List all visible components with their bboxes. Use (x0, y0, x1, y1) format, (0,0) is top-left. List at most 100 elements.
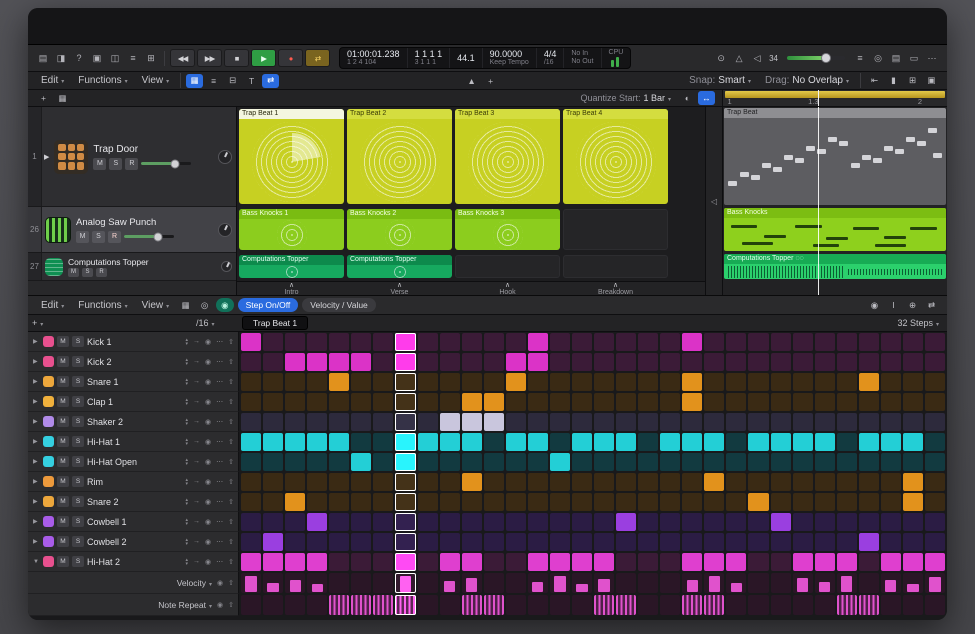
options-icon[interactable]: ⋯ (216, 418, 223, 426)
step-cell[interactable] (506, 473, 526, 491)
step-cell[interactable] (771, 453, 791, 471)
forward-button[interactable]: ▶▶ (197, 49, 222, 67)
monitor-icon[interactable]: ◉ (205, 418, 211, 426)
editors-icon[interactable]: ⊞ (142, 50, 160, 66)
options-icon[interactable]: ⋯ (216, 498, 223, 506)
step-cell[interactable] (638, 513, 658, 531)
options-icon[interactable]: ⋯ (216, 338, 223, 346)
scene-trigger[interactable]: ∧Hook (455, 282, 560, 296)
step-cell[interactable] (484, 473, 504, 491)
grid-settings-icon[interactable]: ▦ (54, 91, 71, 105)
disclosure-icon[interactable]: ▶ (33, 518, 40, 525)
step-cell[interactable] (682, 413, 702, 431)
step-cell[interactable] (395, 533, 415, 551)
options-icon[interactable]: ⋯ (216, 358, 223, 366)
step-cell[interactable] (859, 513, 879, 531)
step-cell[interactable] (462, 533, 482, 551)
send-icon[interactable]: ⇧ (228, 478, 234, 486)
velocity-cell[interactable] (241, 573, 261, 593)
step-cell[interactable] (660, 333, 680, 351)
record-enable-button[interactable]: R (125, 158, 138, 170)
step-cell[interactable] (285, 553, 305, 571)
step-cell[interactable] (748, 333, 768, 351)
step-cell[interactable] (440, 493, 460, 511)
step-cell[interactable] (771, 473, 791, 491)
velocity-cell[interactable] (484, 573, 504, 593)
step-cell[interactable] (594, 513, 614, 531)
row-name[interactable]: Kick 2 (87, 357, 183, 367)
send-icon[interactable]: ⇧ (228, 601, 234, 609)
step-cell[interactable] (638, 393, 658, 411)
step-cell[interactable] (572, 413, 592, 431)
step-cell[interactable] (925, 433, 945, 451)
velocity-cell[interactable] (285, 573, 305, 593)
step-cell[interactable] (903, 333, 923, 351)
step-cell[interactable] (307, 513, 327, 531)
loop-cell[interactable]: Trap Beat 2 (347, 109, 452, 204)
step-cell[interactable] (307, 473, 327, 491)
step-cell[interactable] (837, 453, 857, 471)
step-cell[interactable] (462, 473, 482, 491)
step-cell[interactable] (395, 453, 415, 471)
step-cell[interactable] (903, 513, 923, 531)
note-repeat-cell[interactable] (903, 595, 923, 615)
step-cell[interactable] (793, 413, 813, 431)
send-icon[interactable]: ⇧ (228, 458, 234, 466)
step-cell[interactable] (638, 353, 658, 371)
step-cell[interactable] (594, 433, 614, 451)
step-cell[interactable] (616, 393, 636, 411)
arrange-region[interactable]: Computations Topper ◌◌ (724, 254, 946, 279)
step-cell[interactable] (616, 473, 636, 491)
step-cell[interactable] (285, 413, 305, 431)
step-cell[interactable] (572, 353, 592, 371)
options-icon[interactable]: ⋯ (216, 398, 223, 406)
velocity-cell[interactable] (506, 573, 526, 593)
step-cell[interactable] (550, 513, 570, 531)
step-cell[interactable] (395, 333, 415, 351)
play-button[interactable]: ▶ (251, 49, 276, 67)
drag-menu[interactable]: Drag:No Overlap (758, 75, 856, 86)
loop-cell[interactable]: Bass Knocks 3 (455, 209, 560, 250)
stop-button[interactable]: ■ (224, 49, 249, 67)
step-cell[interactable] (660, 453, 680, 471)
note-repeat-cell[interactable] (638, 595, 658, 615)
step-cell[interactable] (484, 413, 504, 431)
row-stepper-icon[interactable]: ▴▾ (186, 418, 189, 426)
row-solo-button[interactable]: S (72, 356, 84, 367)
step-cell[interactable] (925, 513, 945, 531)
row-solo-button[interactable]: S (72, 436, 84, 447)
rotate-icon[interactable]: → (193, 418, 200, 425)
loop-cell[interactable]: Computations Topper (347, 255, 452, 278)
disclosure-icon[interactable]: ▶ (33, 418, 40, 425)
count-in-icon[interactable]: △ (730, 50, 748, 66)
step-cell[interactable] (241, 333, 261, 351)
step-cell[interactable] (307, 453, 327, 471)
row-solo-button[interactable]: S (72, 376, 84, 387)
monitor-icon[interactable]: ◉ (205, 398, 211, 406)
step-cell[interactable] (903, 453, 923, 471)
row-mute-button[interactable]: M (57, 376, 69, 387)
step-cell[interactable] (925, 353, 945, 371)
loop-cell[interactable]: Computations Topper (239, 255, 344, 278)
monitor-icon[interactable]: ◉ (205, 438, 211, 446)
note-repeat-cell[interactable] (793, 595, 813, 615)
step-cell[interactable] (528, 553, 548, 571)
step-cell[interactable] (484, 393, 504, 411)
functions-menu[interactable]: Functions (71, 75, 134, 86)
velocity-cell[interactable] (418, 573, 438, 593)
step-cell[interactable] (925, 533, 945, 551)
snap-menu[interactable]: Snap:Smart (682, 75, 758, 86)
step-cell[interactable] (285, 453, 305, 471)
step-cell[interactable] (329, 393, 349, 411)
step-cell[interactable] (903, 413, 923, 431)
step-cell[interactable] (793, 333, 813, 351)
step-cell[interactable] (241, 353, 261, 371)
step-cell[interactable] (307, 333, 327, 351)
row-stepper-icon[interactable]: ▴▾ (186, 378, 189, 386)
disclosure-icon[interactable]: ▶ (33, 338, 40, 345)
row-header[interactable]: ▶MSRim▴▾→◉⋯⇧ (28, 472, 239, 492)
note-repeat-cell[interactable] (241, 595, 261, 615)
velocity-cell[interactable] (660, 573, 680, 593)
step-cell[interactable] (395, 553, 415, 571)
step-cell[interactable] (395, 433, 415, 451)
